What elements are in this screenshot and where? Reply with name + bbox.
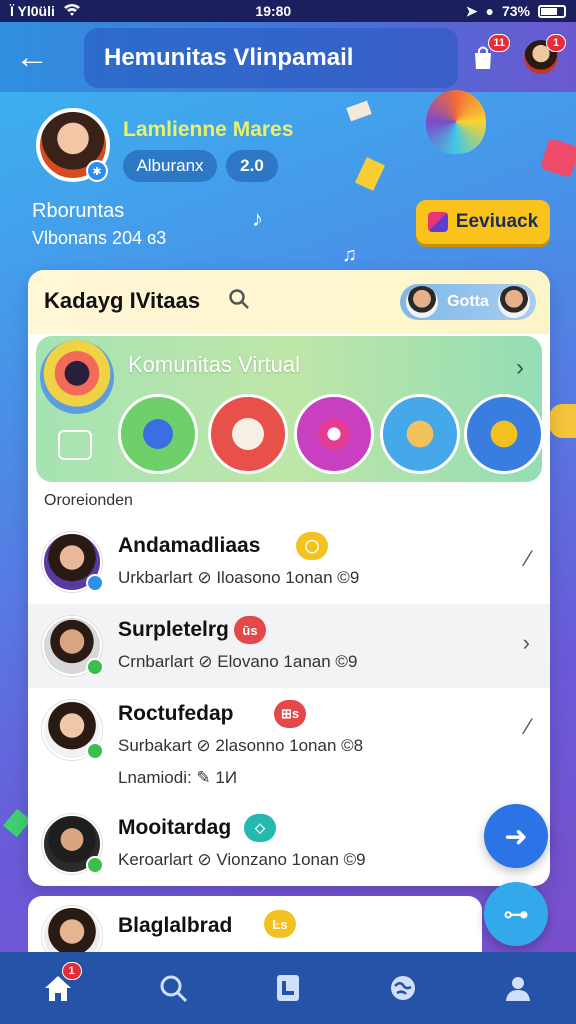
friends-chip-label: Gotta xyxy=(447,293,489,310)
contact-name: Andamadliaas xyxy=(118,534,261,557)
music-note-icon: ♫ xyxy=(342,244,357,266)
radio-app-icon[interactable] xyxy=(208,394,288,474)
chevron-icon[interactable]: ⁄ xyxy=(526,546,530,572)
community-panel: Kadayg IVitaas Gotta Komunitas Virtual ›… xyxy=(28,270,550,886)
contact-badge: ◇ xyxy=(244,814,276,842)
header-title: Hemunitas Vlinpamail xyxy=(104,44,354,71)
chevron-right-icon[interactable]: › xyxy=(516,354,524,382)
notification-badge: 11 xyxy=(488,34,510,52)
verified-icon: ✱ xyxy=(86,160,108,182)
avatar-badge: 1 xyxy=(546,34,566,52)
cube-icon xyxy=(427,212,448,232)
tab-search[interactable] xyxy=(143,958,203,1018)
link-icon[interactable]: ⊶ xyxy=(484,882,548,946)
carrier-text: Ï Yl0üli xyxy=(10,3,55,19)
contact-badge: ūs xyxy=(234,616,266,644)
list-item[interactable]: Andamadliaas ◯ Urkbarlart ⊘ Iloasono 1on… xyxy=(28,520,550,604)
phone-app-icon[interactable] xyxy=(118,394,198,474)
status-dot xyxy=(86,742,104,760)
battery-icon xyxy=(537,4,566,18)
music-note-icon: ♪ xyxy=(252,206,263,231)
user-avatar-button[interactable]: 1 xyxy=(524,34,566,74)
search-icon xyxy=(160,975,187,1003)
section-label: Ororeionden xyxy=(44,492,133,509)
panel-title: Kadayg IVitaas xyxy=(44,288,201,313)
friends-chip[interactable]: Gotta xyxy=(400,284,536,320)
bag-notification-icon[interactable]: 11 xyxy=(466,34,510,74)
list-item-peek[interactable]: Blaglalbrad Ŀs xyxy=(28,896,482,956)
globe-icon xyxy=(391,976,416,1000)
group-photo-icon[interactable] xyxy=(380,394,460,474)
cta-button[interactable]: Eeviuack xyxy=(416,200,550,244)
community-label: Rboruntas xyxy=(32,200,125,222)
contact-name: Roctufedap xyxy=(118,702,234,725)
home-badge: 1 xyxy=(61,962,82,980)
balloon-decoration xyxy=(426,90,486,154)
alarm-icon: ● xyxy=(485,3,494,19)
friend-avatar xyxy=(406,286,438,318)
contact-meta: Keroarlart ⊘ Vionzano 1onan ©9 xyxy=(118,850,366,869)
contact-badge: ◯ xyxy=(296,532,328,560)
contact-extra: Lnamiodi: ✎ 1И xyxy=(118,768,238,787)
tab-documents[interactable] xyxy=(258,958,318,1018)
confetti-decoration xyxy=(3,808,31,838)
friend-avatar xyxy=(498,286,530,318)
camera-app-icon[interactable] xyxy=(294,394,374,474)
banner-hero-image xyxy=(40,340,114,414)
cta-label: Eeviuack xyxy=(455,211,539,232)
list-item[interactable]: Roctufedap ⊞s Surbakart ⊘ 2lasonno 1onan… xyxy=(28,688,550,800)
back-arrow-icon[interactable]: ← xyxy=(0,22,64,92)
contact-avatar xyxy=(42,906,102,956)
team-photo-icon[interactable] xyxy=(464,394,544,474)
contact-name: Surpletelrg xyxy=(118,618,229,641)
contact-name: Mooitardag xyxy=(118,816,232,839)
banner-title: Komunitas Virtual xyxy=(128,352,301,377)
community-banner[interactable]: Komunitas Virtual › xyxy=(36,336,544,482)
document-icon xyxy=(276,975,299,1001)
tab-explore[interactable] xyxy=(373,958,433,1018)
profile-tag[interactable]: Alburanx xyxy=(123,150,217,182)
chevron-icon[interactable]: ⁄ xyxy=(526,714,530,740)
community-subtitle: Vlbonans 204 ɞ3 xyxy=(32,228,167,248)
status-dot xyxy=(86,658,104,676)
confetti-decoration xyxy=(355,157,385,191)
side-decoration xyxy=(548,404,576,438)
contact-badge: Ŀs xyxy=(264,910,296,938)
app-header: ← Hemunitas Vlinpamail 11 1 xyxy=(0,22,576,92)
profile-count-badge: 2.0 xyxy=(226,150,278,182)
play-sticker-icon xyxy=(539,137,576,179)
header-title-pill: Hemunitas Vlinpamail xyxy=(84,28,458,88)
tab-home[interactable]: 1 xyxy=(28,958,88,1018)
confetti-decoration xyxy=(346,100,372,122)
profile-icon xyxy=(506,977,531,1001)
clock-text: 19:80 xyxy=(255,3,292,19)
list-item[interactable]: Mooitardag ◇ Keroarlart ⊘ Vionzano 1onan… xyxy=(28,802,550,886)
contact-badge: ⊞s xyxy=(274,700,306,728)
contact-meta: Surbakart ⊘ 2lasonno 1onan ©8 xyxy=(118,736,364,755)
wifi-icon xyxy=(63,3,81,19)
contact-meta: Crnbarlart ⊘ Elovano 1anan ©9 xyxy=(118,652,358,671)
status-dot xyxy=(86,856,104,874)
camera-outline-icon xyxy=(58,430,92,460)
contact-meta: Urkbarlart ⊘ Iloasono 1onan ©9 xyxy=(118,568,360,587)
profile-name: Lamlienne Mares xyxy=(123,118,294,141)
share-arrow-icon[interactable]: ➜ xyxy=(484,804,548,868)
search-icon[interactable] xyxy=(228,288,252,312)
tab-profile[interactable] xyxy=(488,958,548,1018)
battery-percent: 73% xyxy=(501,3,530,19)
status-bar: Ï Yl0üli 19:80 ➤ ● 73% xyxy=(0,0,576,22)
bottom-tab-bar: 1 xyxy=(0,952,576,1024)
chevron-right-icon[interactable]: › xyxy=(523,630,530,656)
status-dot xyxy=(86,574,104,592)
contact-name: Blaglalbrad xyxy=(118,914,233,937)
list-item[interactable]: Surpletelrg ūs Crnbarlart ⊘ Elovano 1ana… xyxy=(28,604,550,688)
location-icon: ➤ xyxy=(465,2,478,19)
